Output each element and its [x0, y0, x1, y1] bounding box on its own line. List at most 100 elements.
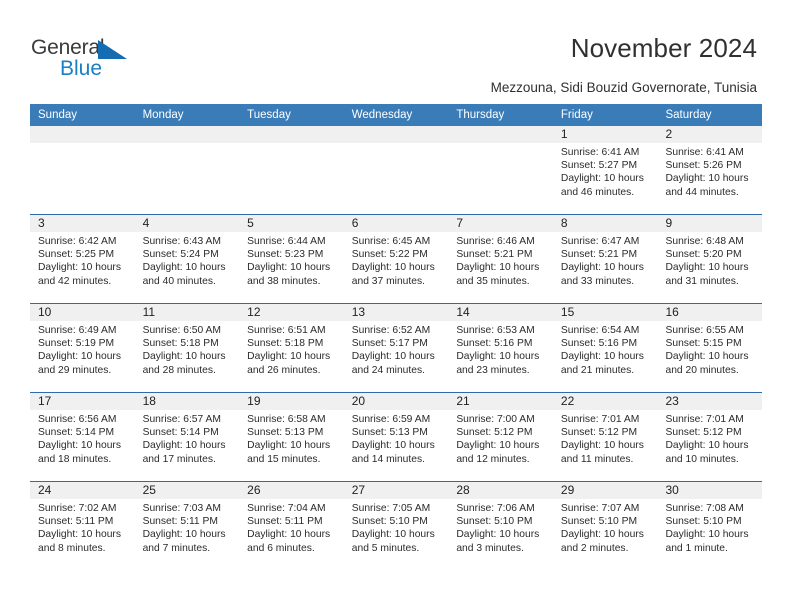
calendar-day-cell[interactable]: 5 Sunrise: 6:44 AM Sunset: 5:23 PM Daylight…: [239, 215, 344, 303]
calendar-day-cell[interactable]: 10 Sunrise: 6:49 AM Sunset: 5:19 PM Dayligh…: [30, 304, 135, 392]
daylight-line: and 37 minutes.: [351, 275, 426, 287]
calendar-day-cell[interactable]: 25 Sunrise: 7:03 AM Sunset: 5:11 PM Dayligh…: [134, 482, 240, 570]
calendar-day-cell[interactable]: 26 Sunrise: 7:04 AM Sunset: 5:11 PM Dayligh…: [239, 482, 344, 570]
sunset-line: Sunset: 5:10 PM: [456, 516, 533, 528]
calendar-day-cell[interactable]: 29 Sunrise: 7:07 AM Sunset: 5:10 PM Dayligh…: [552, 482, 658, 570]
sunset-line: Sunset: 5:17 PM: [351, 338, 428, 350]
calendar-day-cell[interactable]: 23 Sunrise: 7:01 AM Sunset: 5:12 PM Dayligh…: [657, 393, 763, 481]
calendar-day-cell[interactable]: 12 Sunrise: 6:51 AM Sunset: 5:18 PM Dayligh…: [239, 304, 344, 392]
calendar-day-cell[interactable]: 15 Sunrise: 6:54 AM Sunset: 5:16 PM Dayligh…: [552, 304, 658, 392]
sunset-line: Sunset: 5:24 PM: [142, 249, 219, 261]
sunrise-line: Sunrise: 6:57 AM: [142, 414, 221, 425]
sunset-line: Sunset: 5:14 PM: [38, 427, 115, 439]
blue-triangle-icon: [98, 40, 127, 59]
sun-info: Sunrise: 6:42 AM Sunset: 5:25 PM Daylight:…: [30, 232, 135, 288]
day-number: [344, 126, 449, 143]
calendar-page: General Blue November 2024 Mezzouna, Sid…: [0, 0, 792, 612]
daylight-line: Daylight: 10 hours: [456, 351, 540, 363]
sun-info: Sunrise: 7:03 AM Sunset: 5:11 PM Daylight:…: [135, 499, 240, 555]
calendar-day-cell[interactable]: 3 Sunrise: 6:42 AM Sunset: 5:25 PM Daylight…: [30, 215, 135, 303]
page-subtitle: Mezzouna, Sidi Bouzid Governorate, Tunis…: [490, 80, 757, 95]
sun-info: Sunrise: 6:41 AM Sunset: 5:27 PM Daylight:…: [553, 143, 658, 199]
sunrise-line: Sunrise: 6:58 AM: [247, 414, 326, 425]
sunset-line: Sunset: 5:11 PM: [38, 516, 114, 528]
sun-info: Sunrise: 7:08 AM Sunset: 5:10 PM Daylight:…: [657, 499, 762, 555]
day-number: 11: [142, 305, 156, 319]
sunrise-line: Sunrise: 6:42 AM: [38, 236, 117, 247]
sunrise-line: Sunrise: 6:59 AM: [351, 414, 431, 425]
sunrise-line: Sunrise: 6:43 AM: [142, 236, 221, 247]
sun-info: Sunrise: 6:51 AM Sunset: 5:18 PM Daylight:…: [239, 321, 344, 377]
sunrise-line: Sunrise: 6:54 AM: [560, 325, 640, 336]
daylight-line: and 6 minutes.: [247, 542, 315, 554]
calendar-day-cell[interactable]: 14 Sunrise: 6:53 AM Sunset: 5:16 PM Dayligh…: [448, 304, 553, 392]
page-title: November 2024: [570, 33, 757, 63]
sunset-line: Sunset: 5:23 PM: [247, 249, 324, 261]
calendar-day-cell[interactable]: 17 Sunrise: 6:56 AM Sunset: 5:14 PM Dayligh…: [30, 393, 135, 481]
weekday-header-friday: Friday: [560, 109, 593, 121]
week-cells: 3 Sunrise: 6:42 AM Sunset: 5:25 PM Daylight…: [30, 215, 763, 303]
daylight-line: and 28 minutes.: [142, 364, 216, 376]
sunrise-line: Sunrise: 6:48 AM: [665, 236, 744, 247]
day-number: 18: [142, 394, 156, 408]
week-cells: 1 Sunrise: 6:41 AM Sunset: 5:27 PM Daylight…: [30, 126, 763, 214]
calendar-day-cell[interactable]: 4 Sunrise: 6:43 AM Sunset: 5:24 PM Daylight…: [134, 215, 240, 303]
day-number: 10: [38, 305, 52, 319]
calendar-day-cell-empty: [343, 126, 449, 214]
daylight-line: Daylight: 10 hours: [38, 440, 121, 452]
day-number: [239, 126, 344, 143]
daylight-line: and 17 minutes.: [142, 453, 216, 465]
sunset-line: Sunset: 5:10 PM: [665, 516, 742, 528]
calendar-day-cell[interactable]: 1 Sunrise: 6:41 AM Sunset: 5:27 PM Daylight…: [552, 126, 658, 214]
daylight-line: Daylight: 10 hours: [665, 173, 749, 185]
sun-info: Sunrise: 6:50 AM Sunset: 5:18 PM Daylight:…: [135, 321, 240, 377]
calendar-day-cell[interactable]: 13 Sunrise: 6:52 AM Sunset: 5:17 PM Dayligh…: [343, 304, 449, 392]
sunrise-line: Sunrise: 7:01 AM: [560, 414, 640, 425]
calendar-day-cell[interactable]: 21 Sunrise: 7:00 AM Sunset: 5:12 PM Dayligh…: [448, 393, 553, 481]
daylight-line: and 11 minutes.: [560, 453, 634, 465]
sunrise-line: Sunrise: 7:06 AM: [456, 503, 535, 514]
sunrise-line: Sunrise: 7:01 AM: [665, 414, 744, 425]
daylight-line: and 26 minutes.: [247, 364, 321, 376]
calendar-day-cell[interactable]: 22 Sunrise: 7:01 AM Sunset: 5:12 PM Dayligh…: [552, 393, 658, 481]
calendar-day-cell[interactable]: 6 Sunrise: 6:45 AM Sunset: 5:22 PM Daylight…: [343, 215, 449, 303]
daylight-line: and 10 minutes.: [665, 453, 739, 465]
calendar-week-row: 10 Sunrise: 6:49 AM Sunset: 5:19 PM Dayligh…: [30, 303, 763, 392]
daylight-line: Daylight: 10 hours: [351, 262, 435, 274]
sunset-line: Sunset: 5:18 PM: [142, 338, 219, 350]
brand-logo[interactable]: General Blue: [31, 36, 161, 84]
sunset-line: Sunset: 5:11 PM: [247, 516, 323, 528]
day-number: 2: [665, 127, 673, 141]
brand-name-blue: Blue: [60, 57, 103, 80]
calendar-day-cell[interactable]: 2 Sunrise: 6:41 AM Sunset: 5:26 PM Daylight…: [657, 126, 763, 214]
sunset-line: Sunset: 5:22 PM: [351, 249, 428, 261]
calendar-day-cell[interactable]: 16 Sunrise: 6:55 AM Sunset: 5:15 PM Dayligh…: [657, 304, 763, 392]
sunset-line: Sunset: 5:20 PM: [665, 249, 742, 261]
daylight-line: Daylight: 10 hours: [456, 440, 540, 452]
sunset-line: Sunset: 5:10 PM: [351, 516, 428, 528]
week-cells: 17 Sunrise: 6:56 AM Sunset: 5:14 PM Dayligh…: [30, 393, 763, 481]
calendar-day-cell[interactable]: 8 Sunrise: 6:47 AM Sunset: 5:21 PM Daylight…: [552, 215, 658, 303]
daylight-line: Daylight: 10 hours: [560, 440, 644, 452]
sunrise-line: Sunrise: 6:46 AM: [456, 236, 535, 247]
calendar-grid: Sunday Monday Tuesday Wednesday Thursday Frid…: [30, 104, 763, 570]
calendar-day-cell[interactable]: 19 Sunrise: 6:58 AM Sunset: 5:13 PM Dayligh…: [239, 393, 344, 481]
sunset-line: Sunset: 5:26 PM: [665, 160, 742, 172]
calendar-day-cell[interactable]: 30 Sunrise: 7:08 AM Sunset: 5:10 PM Dayligh…: [657, 482, 763, 570]
calendar-day-cell[interactable]: 20 Sunrise: 6:59 AM Sunset: 5:13 PM Dayligh…: [343, 393, 449, 481]
sunrise-line: Sunrise: 7:08 AM: [665, 503, 744, 514]
sunrise-line: Sunrise: 7:02 AM: [38, 503, 117, 514]
calendar-day-cell[interactable]: 7 Sunrise: 6:46 AM Sunset: 5:21 PM Daylight…: [448, 215, 553, 303]
calendar-day-cell[interactable]: 28 Sunrise: 7:06 AM Sunset: 5:10 PM Dayligh…: [448, 482, 553, 570]
calendar-day-cell[interactable]: 9 Sunrise: 6:48 AM Sunset: 5:20 PM Daylight…: [657, 215, 763, 303]
calendar-day-cell[interactable]: 11 Sunrise: 6:50 AM Sunset: 5:18 PM Dayligh…: [134, 304, 240, 392]
daylight-line: and 18 minutes.: [38, 453, 112, 465]
sunrise-line: Sunrise: 6:49 AM: [38, 325, 117, 336]
sunrise-line: Sunrise: 6:41 AM: [665, 147, 744, 158]
calendar-day-cell[interactable]: 18 Sunrise: 6:57 AM Sunset: 5:14 PM Dayligh…: [134, 393, 240, 481]
calendar-day-cell[interactable]: 27 Sunrise: 7:05 AM Sunset: 5:10 PM Dayligh…: [343, 482, 449, 570]
sun-info: Sunrise: 6:46 AM Sunset: 5:21 PM Daylight:…: [448, 232, 553, 288]
day-number: 17: [38, 394, 52, 408]
calendar-day-cell[interactable]: 24 Sunrise: 7:02 AM Sunset: 5:11 PM Dayligh…: [30, 482, 135, 570]
day-number: 27: [351, 483, 366, 497]
